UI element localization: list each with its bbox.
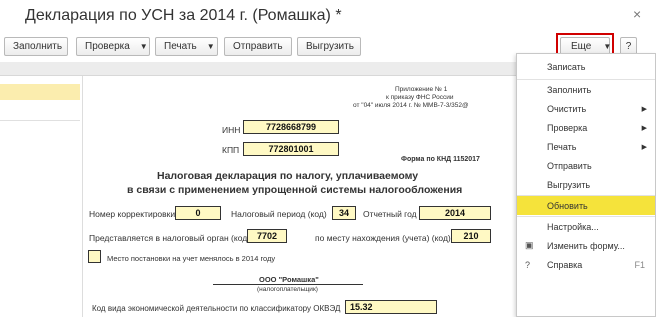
menu-item-print[interactable]: Печать ▶ [517,137,655,156]
menu-item-clear[interactable]: Очистить ▶ [517,99,655,118]
sections-panel-divider [0,120,80,121]
menu-item-label: Выгрузить [547,179,591,190]
tax-authority-field[interactable]: 7702 [247,229,287,243]
menu-item-settings[interactable]: Настройка... [517,217,655,236]
print-button[interactable]: Печать ▼ [155,37,218,56]
organization-name: ООО "Ромашка" [259,275,319,284]
menu-item-help[interactable]: ? Справка F1 [517,255,655,274]
menu-item-label: Проверка [547,122,588,133]
menu-item-label: Заполнить [547,84,592,95]
kpp-field[interactable]: 772801001 [243,142,339,156]
appendix-line: от "04" июля 2014 г. № ММВ-7-3/352@ [353,102,469,109]
menu-item-label: Изменить форму... [547,240,625,251]
sections-panel [0,76,80,317]
menu-item-refresh[interactable]: Обновить [517,196,655,215]
form-icon: ▣ [525,240,534,250]
check-button-label: Проверка [85,41,130,52]
organization-caption: (налогоплательщик) [257,286,318,293]
submenu-arrow-icon: ▶ [641,124,647,132]
menu-item-save[interactable]: Записать [517,57,655,76]
kpp-label: КПП [222,145,240,155]
period-label: Налоговый период (код) [231,209,327,219]
fill-button[interactable]: Заполнить [4,37,68,56]
registration-change-checkbox[interactable] [88,250,101,263]
dropdown-arrow-icon: ▼ [139,42,148,51]
correction-field[interactable]: 0 [175,206,221,220]
okved-field[interactable]: 15.32 [345,300,437,314]
window-title: Декларация по УСН за 2014 г. (Ромашка) * [25,7,342,24]
submenu-arrow-icon: ▶ [641,143,647,151]
location-field[interactable]: 210 [451,229,491,243]
appendix-line: к приказу ФНС России [386,94,454,101]
declaration-form: Приложение № 1 к приказу ФНС России от "… [82,76,522,317]
upload-button[interactable]: Выгрузить [297,37,361,56]
submenu-arrow-icon: ▶ [641,105,647,113]
menu-item-shortcut: F1 [634,259,645,270]
help-icon: ? [525,259,531,270]
correction-label: Номер корректировки [89,209,176,219]
declaration-heading-line1: Налоговая декларация по налогу, уплачива… [157,170,419,182]
menu-item-label: Обновить [547,200,588,211]
year-field[interactable]: 2014 [419,206,491,220]
send-button-label: Отправить [233,41,283,52]
menu-item-label: Справка [547,259,583,270]
inn-field[interactable]: 7728668799 [243,120,339,134]
menu-item-label: Печать [547,141,577,152]
okved-label: Код вида экономической деятельности по к… [92,304,341,313]
menu-item-check[interactable]: Проверка ▶ [517,118,655,137]
registration-change-label: Место постановки на учет менялось в 2014… [107,254,276,263]
inn-label: ИНН [222,125,241,135]
fill-button-label: Заполнить [13,41,63,52]
menu-item-label: Отправить [547,160,592,171]
dropdown-arrow-icon: ▼ [603,42,612,51]
appendix-line: Приложение № 1 [395,86,448,93]
menu-item-label: Настройка... [547,221,599,232]
menu-item-change-form[interactable]: ▣ Изменить форму... [517,236,655,255]
menu-item-label: Записать [547,61,586,72]
year-label: Отчетный год [363,209,417,219]
help-button-label: ? [625,41,632,52]
tax-authority-label: Представляется в налоговый орган (код) [89,233,251,243]
knd-form-label: Форма по КНД 1152017 [401,156,480,163]
send-button[interactable]: Отправить [224,37,292,56]
sections-panel-selected-row[interactable] [0,84,80,100]
more-actions-menu: Записать Заполнить Очистить ▶ Проверка ▶ П… [516,53,656,317]
menu-item-label: Очистить [547,103,587,114]
location-label: по месту нахождения (учета) (код) [315,233,451,243]
print-button-label: Печать [164,41,197,52]
upload-button-label: Выгрузить [306,41,354,52]
dropdown-arrow-icon: ▼ [206,42,215,51]
more-button-label: Еще [571,41,592,52]
menu-item-upload[interactable]: Выгрузить [517,175,655,194]
declaration-heading-line2: в связи с применением упрощенной системы… [127,184,463,196]
check-button[interactable]: Проверка ▼ [76,37,150,56]
menu-item-send[interactable]: Отправить [517,156,655,175]
menu-item-fill[interactable]: Заполнить [517,80,655,99]
period-field[interactable]: 34 [332,206,356,220]
close-icon[interactable]: × [633,6,641,22]
organization-underline [213,284,363,285]
